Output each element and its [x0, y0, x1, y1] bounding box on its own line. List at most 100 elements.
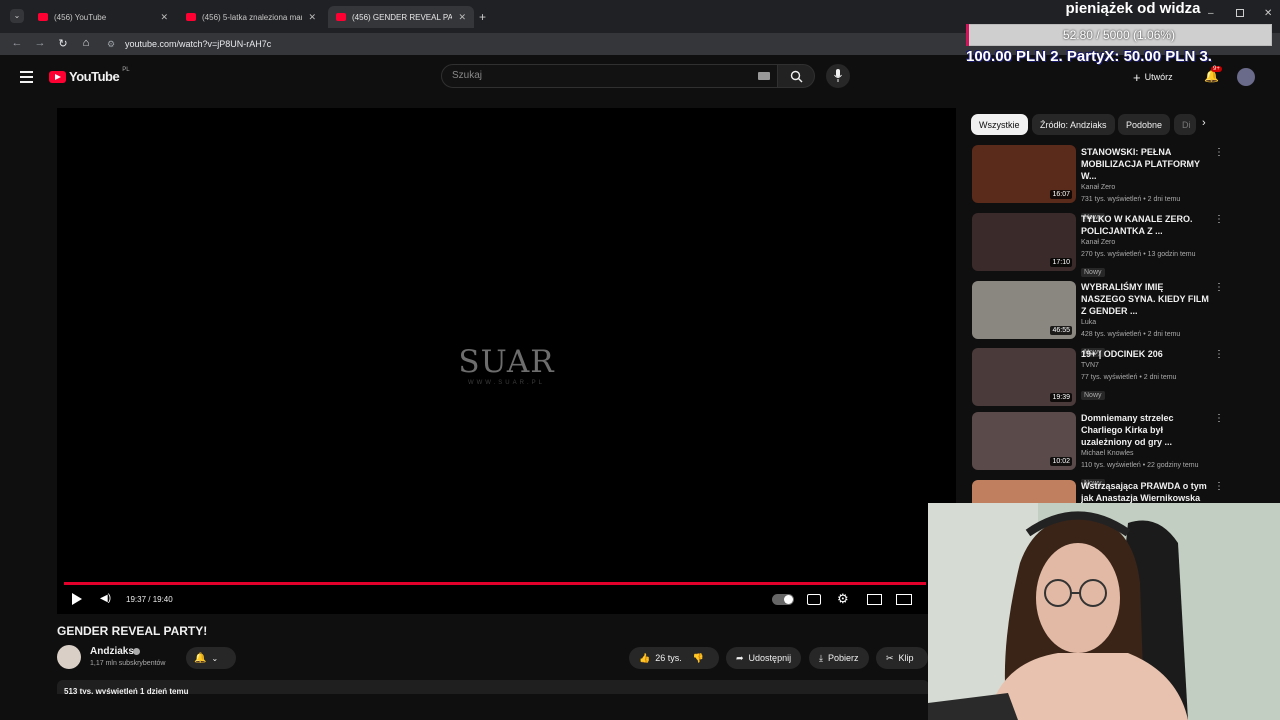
subtitles-icon[interactable]	[807, 594, 821, 605]
description-box[interactable]: 513 tys. wyświetleń 1 dzień temu	[57, 680, 929, 696]
autoplay-toggle[interactable]	[772, 594, 794, 605]
channel-avatar[interactable]	[57, 645, 81, 669]
subscribed-button[interactable]: 🔔 ⌄	[186, 647, 236, 669]
video-duration: 16:07	[1050, 190, 1072, 199]
chip-all[interactable]: Wszystkie	[971, 114, 1028, 135]
video-thumbnail[interactable]	[972, 480, 1076, 503]
video-meta: 77 tys. wyświetleń • 2 dni temu	[1081, 374, 1177, 381]
video-title[interactable]: STANOWSKI: PEŁNA MOBILIZACJA PLATFORMY W…	[1081, 146, 1209, 182]
download-icon: ⤓	[819, 652, 823, 663]
forward-arrow-icon[interactable]: →	[33, 37, 47, 49]
chip-more[interactable]: Di	[1174, 114, 1196, 135]
more-options-icon[interactable]: ⋮	[1214, 413, 1224, 424]
search-input[interactable]: Szukaj	[441, 64, 778, 88]
more-options-icon[interactable]: ⋮	[1214, 481, 1224, 492]
video-meta: 270 tys. wyświetleń • 13 godzin temu	[1081, 251, 1196, 258]
close-tab-icon[interactable]: ✕	[458, 12, 466, 23]
more-options-icon[interactable]: ⋮	[1214, 147, 1224, 158]
video-title[interactable]: 19+ | ODCINEK 206	[1081, 348, 1209, 360]
home-icon[interactable]: ⌂	[79, 37, 93, 49]
video-watermark: SUAR	[458, 344, 555, 380]
youtube-favicon-icon	[336, 13, 346, 21]
video-thumbnail[interactable]: 10:02	[972, 412, 1076, 470]
tab-title: (456) GENDER REVEAL PARTY!	[352, 12, 453, 22]
video-player[interactable]: SUAR WWW.SUAR.PL	[57, 108, 956, 614]
volume-icon[interactable]: ◀)	[100, 593, 111, 604]
share-button[interactable]: ➦ Udostępnij	[726, 647, 802, 669]
video-title[interactable]: Wstrząsająca PRAWDA o tym jak Anastazja …	[1081, 480, 1209, 503]
recommended-video[interactable]: 19:39	[972, 348, 1076, 406]
recommended-video[interactable]: 16:07	[972, 145, 1076, 203]
reload-icon[interactable]: ↻	[56, 37, 70, 50]
more-options-icon[interactable]: ⋮	[1214, 282, 1224, 293]
tab-title: (456) YouTube	[54, 12, 107, 22]
address-bar[interactable]: youtube.com/watch?v=jP8UN-rAH7c	[125, 39, 271, 49]
chip-related[interactable]: Podobne	[1118, 114, 1171, 135]
clip-button[interactable]: ✂ Klip	[876, 647, 928, 669]
recommended-video-info[interactable]: Domniemany strzelec Charliego Kirka był …	[1081, 412, 1209, 490]
video-title[interactable]: WYBRALIŚMY IMIĘ NASZEGO SYNA. KIEDY FILM…	[1081, 281, 1209, 317]
site-info-icon[interactable]: ⚙	[107, 39, 115, 50]
tab-gender-reveal[interactable]: (456) GENDER REVEAL PARTY! ✕	[328, 6, 474, 28]
video-thumbnail[interactable]: 17:10	[972, 213, 1076, 271]
verified-icon	[133, 648, 140, 655]
play-icon[interactable]	[72, 593, 82, 605]
recommended-video-info[interactable]: TYLKO W KANALE ZERO. POLICJANTKA Z ... K…	[1081, 213, 1209, 279]
like-button[interactable]: 👍 26 tys. 👎	[629, 647, 719, 669]
video-title: GENDER REVEAL PARTY!	[57, 624, 208, 638]
tab-title: (456) 5-latka znaleziona martwa	[202, 12, 303, 22]
tab-news-video[interactable]: (456) 5-latka znaleziona martwa ✕	[178, 6, 324, 28]
new-tab-icon[interactable]: +	[479, 10, 486, 24]
youtube-favicon-icon	[38, 13, 48, 21]
chip-source-andziaks[interactable]: Źródło: Andziaks	[1032, 114, 1115, 135]
donation-goal-heading: pieniążek od widza	[1065, 0, 1201, 17]
channel-name[interactable]: Andziaks	[90, 646, 134, 657]
recommended-video-info[interactable]: 19+ | ODCINEK 206 TVN7 77 tys. wyświetle…	[1081, 348, 1209, 402]
plus-icon: +	[1133, 69, 1141, 85]
subscriber-count: 1,17 mln subskrybentów	[90, 660, 166, 667]
search-button[interactable]	[777, 64, 815, 88]
settings-gear-icon[interactable]: ⚙	[837, 591, 849, 607]
chevron-down-icon: ⌄	[211, 653, 219, 663]
video-thumbnail[interactable]: 16:07	[972, 145, 1076, 203]
tab-youtube[interactable]: (456) YouTube ✕	[30, 6, 176, 28]
video-meta: 110 tys. wyświetleń • 22 godziny temu	[1081, 462, 1199, 469]
search-icon	[790, 70, 803, 83]
recommended-video[interactable]: 46:55	[972, 281, 1076, 339]
more-options-icon[interactable]: ⋮	[1214, 349, 1224, 360]
progress-bar[interactable]	[64, 582, 927, 585]
donation-goal-text: 52.80 / 5000 (1.06%)	[1062, 28, 1176, 42]
more-options-icon[interactable]: ⋮	[1214, 214, 1224, 225]
video-title[interactable]: TYLKO W KANALE ZERO. POLICJANTKA Z ...	[1081, 213, 1209, 237]
youtube-logo[interactable]: YouTube PL	[49, 66, 130, 84]
thumbs-down-icon[interactable]: 👎	[693, 653, 704, 664]
chevron-right-icon[interactable]: ›	[1202, 117, 1206, 129]
video-thumbnail[interactable]: 19:39	[972, 348, 1076, 406]
create-button[interactable]: + Utwórz	[1133, 68, 1173, 86]
recommended-video[interactable]	[972, 480, 1076, 503]
video-title[interactable]: Domniemany strzelec Charliego Kirka był …	[1081, 412, 1209, 448]
miniplayer-icon[interactable]	[867, 594, 882, 605]
microphone-icon	[834, 69, 842, 82]
scissors-icon: ✂	[886, 652, 894, 663]
video-watermark-sub: WWW.SUAR.PL	[467, 380, 545, 386]
region-code: PL	[122, 66, 130, 73]
menu-icon[interactable]	[20, 71, 33, 83]
video-thumbnail[interactable]: 46:55	[972, 281, 1076, 339]
back-arrow-icon[interactable]: ←	[10, 37, 24, 49]
tab-search-button[interactable]: ⌄	[10, 9, 24, 23]
avatar[interactable]	[1237, 68, 1255, 86]
video-duration: 19:39	[1050, 393, 1072, 402]
recommended-video[interactable]: 17:10	[972, 213, 1076, 271]
recommended-video[interactable]: 10:02	[972, 412, 1076, 470]
theater-mode-icon[interactable]	[896, 594, 912, 605]
new-badge: Nowy	[1081, 268, 1105, 277]
download-button[interactable]: ⤓ Pobierz	[809, 647, 869, 669]
close-tab-icon[interactable]: ✕	[160, 12, 168, 23]
keyboard-icon[interactable]	[758, 72, 770, 80]
voice-search-button[interactable]	[826, 64, 850, 88]
channel-name: Kanał Zero	[1081, 184, 1116, 191]
close-tab-icon[interactable]: ✕	[308, 12, 316, 23]
create-label: Utwórz	[1144, 72, 1173, 82]
recommended-video-info[interactable]: Wstrząsająca PRAWDA o tym jak Anastazja …	[1081, 480, 1209, 503]
